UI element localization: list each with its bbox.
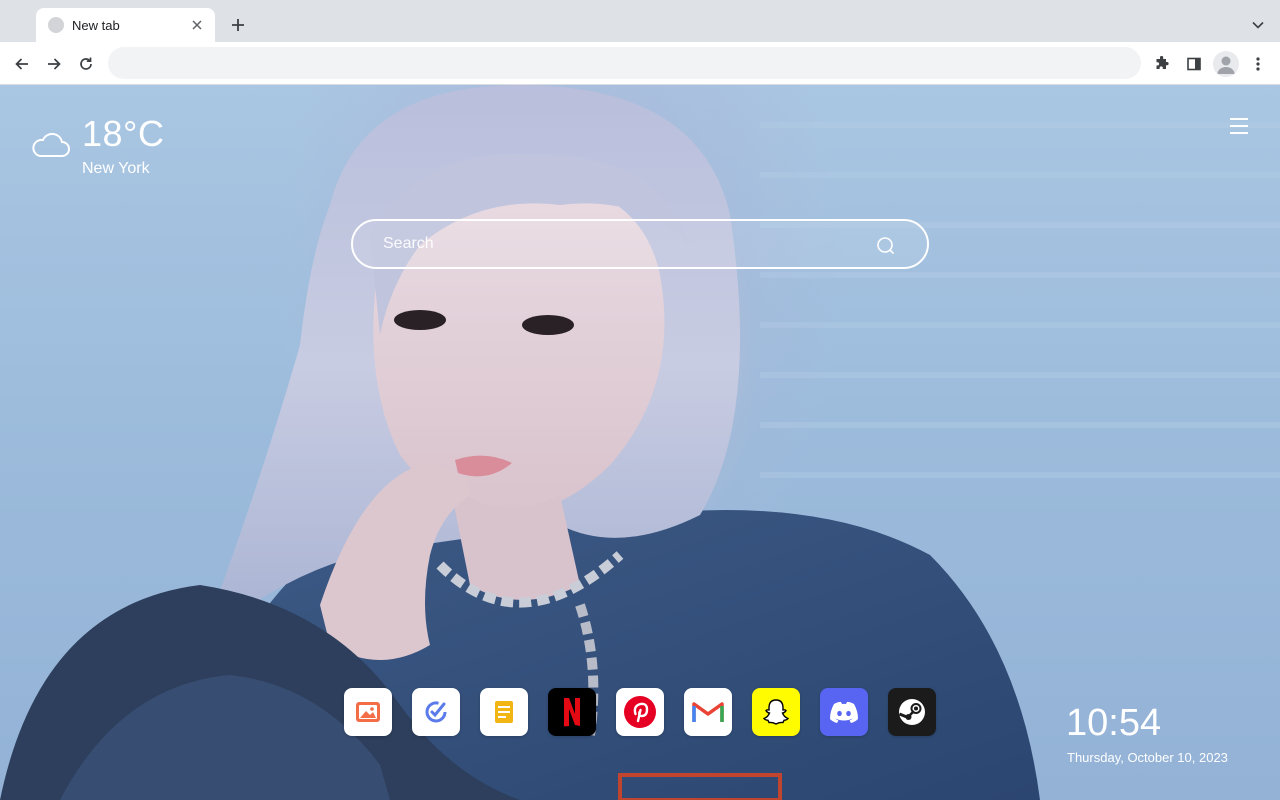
snapchat-shortcut[interactable] — [752, 688, 800, 736]
address-bar[interactable] — [108, 47, 1141, 79]
new-tab-icon[interactable] — [226, 13, 250, 37]
temperature-text: 18°C — [82, 113, 165, 154]
gmail-icon — [692, 702, 724, 722]
more-menu-icon[interactable] — [1244, 50, 1272, 78]
discord-icon — [830, 701, 858, 723]
cloud-icon — [32, 132, 70, 157]
tab-new-tab[interactable]: New tab — [36, 8, 215, 42]
gmail-shortcut[interactable] — [684, 688, 732, 736]
photos-shortcut[interactable] — [344, 688, 392, 736]
new-tab-page: 18°C New York Search 10:54 Thursday, Oct… — [0, 85, 1280, 800]
search-box[interactable] — [351, 219, 929, 269]
tab-strip: New tab — [0, 0, 1280, 42]
checkmark-icon — [425, 701, 447, 723]
back-icon[interactable] — [8, 50, 36, 78]
notes-shortcut[interactable] — [480, 688, 528, 736]
image-icon — [356, 702, 380, 722]
snapchat-icon — [762, 699, 790, 725]
steam-shortcut[interactable] — [888, 688, 936, 736]
netflix-icon — [564, 698, 580, 727]
close-tab-icon[interactable] — [189, 17, 205, 33]
tasks-shortcut[interactable] — [412, 688, 460, 736]
side-panel-icon[interactable] — [1180, 50, 1208, 78]
steam-icon — [898, 699, 925, 725]
pinterest-shortcut[interactable] — [616, 688, 664, 736]
clock-date: Thursday, October 10, 2023 — [1067, 750, 1228, 765]
forward-icon[interactable] — [40, 50, 68, 78]
address-input[interactable] — [108, 47, 1141, 79]
discord-shortcut[interactable] — [820, 688, 868, 736]
menu-icon[interactable] — [1226, 115, 1252, 137]
search-input[interactable] — [353, 221, 927, 267]
browser-toolbar — [0, 42, 1280, 85]
chevron-down-icon[interactable] — [1246, 13, 1270, 37]
tab-title: New tab — [72, 17, 120, 33]
search-icon[interactable] — [875, 235, 897, 257]
city-text: New York — [82, 160, 150, 177]
shortcuts-dock — [344, 688, 944, 736]
note-icon — [495, 701, 513, 723]
profile-avatar[interactable] — [1213, 51, 1239, 77]
netflix-shortcut[interactable] — [548, 688, 596, 736]
clock-time: 10:54 — [1066, 702, 1162, 744]
extensions-icon[interactable] — [1148, 50, 1176, 78]
pinterest-icon — [624, 696, 656, 728]
reload-icon[interactable] — [72, 50, 100, 78]
tab-favicon-icon — [48, 17, 64, 33]
